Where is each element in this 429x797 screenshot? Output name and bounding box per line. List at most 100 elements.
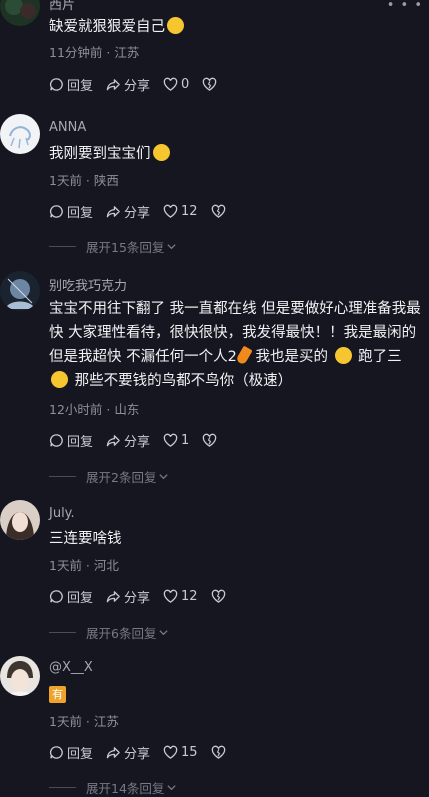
- like-button[interactable]: 1: [163, 433, 189, 448]
- comment-time: 1天前: [49, 714, 82, 729]
- dislike-button[interactable]: [211, 589, 226, 604]
- share-label: 分享: [124, 746, 151, 762]
- comment-text: 三连要啥钱: [49, 527, 424, 551]
- meta-separator: ·: [81, 173, 94, 188]
- comment-text: 有: [49, 682, 424, 706]
- dislike-button[interactable]: [202, 77, 217, 92]
- username[interactable]: 西片: [49, 0, 75, 13]
- action-bar: 回复 分享 0: [49, 74, 230, 94]
- comment-location: 江苏: [114, 45, 140, 60]
- share-button[interactable]: 分享: [106, 202, 150, 221]
- username[interactable]: @X__X: [49, 660, 93, 675]
- comment-location: 江苏: [93, 714, 119, 729]
- share-label: 分享: [124, 78, 151, 94]
- reply-icon: [49, 589, 63, 603]
- username[interactable]: ANNA: [49, 120, 86, 135]
- broken-heart-icon: [211, 745, 225, 759]
- share-label: 分享: [124, 590, 151, 606]
- action-bar: 回复 分享 12: [49, 586, 239, 606]
- heart-icon: [163, 589, 178, 603]
- share-label: 分享: [124, 434, 151, 450]
- expand-replies-button[interactable]: 展开14条回复: [49, 778, 177, 797]
- like-count: 15: [181, 744, 198, 760]
- grin-emoji-icon: [152, 144, 170, 161]
- reply-label: 回复: [67, 590, 94, 606]
- share-button[interactable]: 分享: [106, 587, 150, 606]
- like-count: 1: [181, 432, 190, 448]
- more-options-icon[interactable]: • • •: [387, 0, 423, 13]
- reply-label: 回复: [67, 746, 94, 762]
- reply-button[interactable]: 回复: [49, 431, 93, 450]
- reply-icon: [49, 433, 63, 447]
- avatar[interactable]: [0, 114, 40, 154]
- dislike-button[interactable]: [211, 745, 226, 760]
- comment-meta: 1天前 · 江苏: [49, 711, 119, 730]
- reply-label: 回复: [67, 434, 94, 450]
- badge-emoji-icon: 有: [49, 686, 66, 703]
- username[interactable]: 别吃我巧克力: [49, 275, 127, 294]
- broken-heart-icon: [211, 589, 225, 603]
- dislike-button[interactable]: [202, 433, 217, 448]
- comment-text-content: 跑了三: [353, 349, 402, 365]
- broken-heart-icon: [203, 77, 217, 91]
- heart-icon: [163, 745, 178, 759]
- share-icon: [106, 205, 120, 217]
- avatar[interactable]: [0, 271, 40, 311]
- share-label: 分享: [124, 205, 151, 221]
- share-icon: [106, 78, 120, 90]
- like-count: 12: [181, 588, 198, 604]
- like-button[interactable]: 12: [163, 204, 198, 219]
- chevron-down-icon: [167, 244, 177, 250]
- comment-location: 山东: [114, 402, 140, 417]
- reply-button[interactable]: 回复: [49, 587, 93, 606]
- carrot-emoji-icon: [235, 345, 253, 366]
- expand-divider: [49, 246, 76, 247]
- reply-button[interactable]: 回复: [49, 202, 93, 221]
- dislike-button[interactable]: [211, 204, 226, 219]
- expand-divider: [49, 476, 76, 477]
- meta-separator: ·: [102, 402, 115, 417]
- comment-time: 1天前: [49, 558, 82, 573]
- reply-label: 回复: [67, 78, 94, 94]
- comment-text-content: 我刚要到宝宝们: [49, 146, 151, 162]
- chevron-down-icon: [167, 785, 177, 791]
- broken-heart-icon: [211, 204, 225, 218]
- meta-separator: ·: [81, 558, 94, 573]
- crying-emoji-icon: [334, 347, 352, 364]
- share-button[interactable]: 分享: [106, 431, 150, 450]
- comment-location: 河北: [93, 558, 119, 573]
- expand-replies-button[interactable]: 展开2条回复: [49, 467, 169, 486]
- comment-meta: 11分钟前 · 江苏: [49, 42, 139, 61]
- expand-replies-button[interactable]: 展开6条回复: [49, 623, 169, 642]
- reply-icon: [49, 77, 63, 91]
- expand-divider: [49, 632, 76, 633]
- comment-text: 宝宝不用往下翻了 我一直都在线 但是要做好心理准备我最快 大家理性看待，很快很快…: [49, 297, 424, 393]
- comment-time: 1天前: [49, 173, 82, 188]
- avatar[interactable]: [0, 500, 40, 540]
- meta-separator: ·: [81, 714, 94, 729]
- username[interactable]: July.: [49, 506, 75, 521]
- chevron-down-icon: [159, 630, 169, 636]
- like-button[interactable]: 0: [163, 77, 189, 92]
- comment-text-content: 我也是买的: [250, 349, 333, 365]
- expand-replies-button[interactable]: 展开15条回复: [49, 237, 177, 256]
- comment-meta: 12小时前 · 山东: [49, 399, 139, 418]
- comment-text-content: 缺爱就狠狠爱自己: [49, 19, 165, 35]
- broken-heart-icon: [203, 433, 217, 447]
- like-button[interactable]: 15: [163, 745, 198, 760]
- share-button[interactable]: 分享: [106, 743, 150, 762]
- comment-text: 缺爱就狠狠爱自己: [49, 15, 424, 39]
- comment-time: 11分钟前: [49, 45, 103, 60]
- heart-icon: [163, 433, 178, 447]
- reply-button[interactable]: 回复: [49, 743, 93, 762]
- action-bar: 回复 分享 12: [49, 201, 239, 221]
- reply-button[interactable]: 回复: [49, 75, 93, 94]
- avatar[interactable]: [0, 656, 40, 696]
- reply-icon: [49, 745, 63, 759]
- share-icon: [106, 746, 120, 758]
- expand-divider: [49, 787, 76, 788]
- avatar[interactable]: [0, 0, 40, 26]
- like-button[interactable]: 12: [163, 589, 198, 604]
- expand-replies-label: 展开6条回复: [86, 626, 157, 641]
- share-button[interactable]: 分享: [106, 75, 150, 94]
